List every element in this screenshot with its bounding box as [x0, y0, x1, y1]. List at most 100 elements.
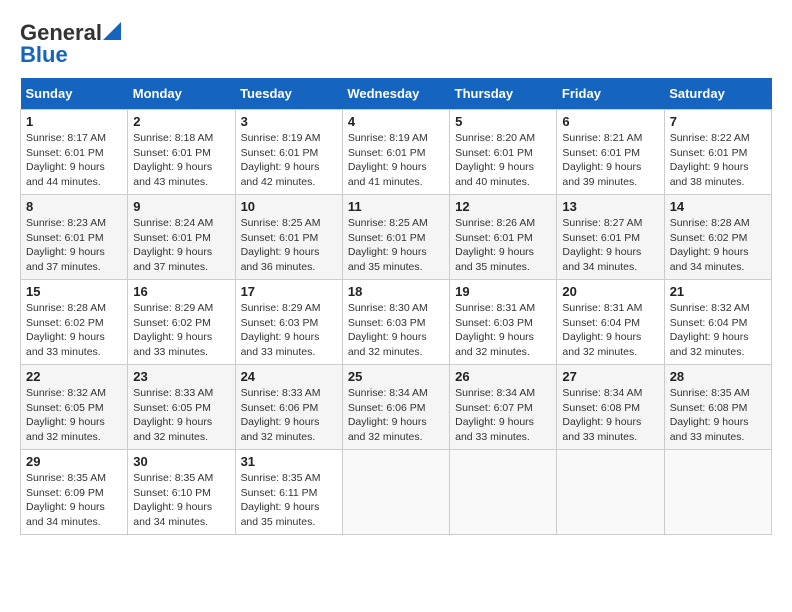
- header: General Blue: [20, 20, 772, 68]
- day-cell-22: 22 Sunrise: 8:32 AMSunset: 6:05 PMDaylig…: [21, 365, 128, 450]
- day-info: Sunrise: 8:31 AMSunset: 6:03 PMDaylight:…: [455, 302, 535, 358]
- day-info: Sunrise: 8:33 AMSunset: 6:05 PMDaylight:…: [133, 387, 213, 443]
- week-row-3: 15 Sunrise: 8:28 AMSunset: 6:02 PMDaylig…: [21, 280, 772, 365]
- day-number: 15: [26, 284, 122, 299]
- day-cell-25: 25 Sunrise: 8:34 AMSunset: 6:06 PMDaylig…: [342, 365, 449, 450]
- day-number: 2: [133, 114, 229, 129]
- day-info: Sunrise: 8:19 AMSunset: 6:01 PMDaylight:…: [348, 132, 428, 188]
- day-number: 13: [562, 199, 658, 214]
- day-number: 6: [562, 114, 658, 129]
- logo: General Blue: [20, 20, 121, 68]
- day-number: 18: [348, 284, 444, 299]
- day-info: Sunrise: 8:35 AMSunset: 6:11 PMDaylight:…: [241, 472, 321, 528]
- day-info: Sunrise: 8:34 AMSunset: 6:06 PMDaylight:…: [348, 387, 428, 443]
- week-row-4: 22 Sunrise: 8:32 AMSunset: 6:05 PMDaylig…: [21, 365, 772, 450]
- day-cell-26: 26 Sunrise: 8:34 AMSunset: 6:07 PMDaylig…: [450, 365, 557, 450]
- calendar-table: SundayMondayTuesdayWednesdayThursdayFrid…: [20, 78, 772, 535]
- day-number: 9: [133, 199, 229, 214]
- empty-cell: [342, 450, 449, 535]
- day-number: 16: [133, 284, 229, 299]
- day-info: Sunrise: 8:32 AMSunset: 6:04 PMDaylight:…: [670, 302, 750, 358]
- weekday-header-row: SundayMondayTuesdayWednesdayThursdayFrid…: [21, 78, 772, 110]
- day-number: 1: [26, 114, 122, 129]
- day-number: 23: [133, 369, 229, 384]
- day-number: 31: [241, 454, 337, 469]
- day-info: Sunrise: 8:34 AMSunset: 6:08 PMDaylight:…: [562, 387, 642, 443]
- weekday-header-saturday: Saturday: [664, 78, 771, 110]
- day-info: Sunrise: 8:17 AMSunset: 6:01 PMDaylight:…: [26, 132, 106, 188]
- day-number: 11: [348, 199, 444, 214]
- logo-icon: [103, 22, 121, 40]
- day-number: 5: [455, 114, 551, 129]
- day-number: 12: [455, 199, 551, 214]
- day-info: Sunrise: 8:34 AMSunset: 6:07 PMDaylight:…: [455, 387, 535, 443]
- day-number: 22: [26, 369, 122, 384]
- day-number: 3: [241, 114, 337, 129]
- day-number: 19: [455, 284, 551, 299]
- day-number: 24: [241, 369, 337, 384]
- day-info: Sunrise: 8:22 AMSunset: 6:01 PMDaylight:…: [670, 132, 750, 188]
- day-info: Sunrise: 8:28 AMSunset: 6:02 PMDaylight:…: [670, 217, 750, 273]
- day-info: Sunrise: 8:32 AMSunset: 6:05 PMDaylight:…: [26, 387, 106, 443]
- empty-cell: [557, 450, 664, 535]
- day-number: 30: [133, 454, 229, 469]
- day-cell-8: 8 Sunrise: 8:23 AMSunset: 6:01 PMDayligh…: [21, 195, 128, 280]
- weekday-header-tuesday: Tuesday: [235, 78, 342, 110]
- day-info: Sunrise: 8:35 AMSunset: 6:10 PMDaylight:…: [133, 472, 213, 528]
- day-number: 14: [670, 199, 766, 214]
- day-cell-14: 14 Sunrise: 8:28 AMSunset: 6:02 PMDaylig…: [664, 195, 771, 280]
- week-row-1: 1 Sunrise: 8:17 AMSunset: 6:01 PMDayligh…: [21, 110, 772, 195]
- day-info: Sunrise: 8:28 AMSunset: 6:02 PMDaylight:…: [26, 302, 106, 358]
- day-number: 28: [670, 369, 766, 384]
- day-info: Sunrise: 8:33 AMSunset: 6:06 PMDaylight:…: [241, 387, 321, 443]
- day-cell-21: 21 Sunrise: 8:32 AMSunset: 6:04 PMDaylig…: [664, 280, 771, 365]
- weekday-header-thursday: Thursday: [450, 78, 557, 110]
- day-info: Sunrise: 8:23 AMSunset: 6:01 PMDaylight:…: [26, 217, 106, 273]
- day-cell-7: 7 Sunrise: 8:22 AMSunset: 6:01 PMDayligh…: [664, 110, 771, 195]
- day-number: 20: [562, 284, 658, 299]
- day-info: Sunrise: 8:21 AMSunset: 6:01 PMDaylight:…: [562, 132, 642, 188]
- day-cell-31: 31 Sunrise: 8:35 AMSunset: 6:11 PMDaylig…: [235, 450, 342, 535]
- day-cell-23: 23 Sunrise: 8:33 AMSunset: 6:05 PMDaylig…: [128, 365, 235, 450]
- day-cell-10: 10 Sunrise: 8:25 AMSunset: 6:01 PMDaylig…: [235, 195, 342, 280]
- day-info: Sunrise: 8:18 AMSunset: 6:01 PMDaylight:…: [133, 132, 213, 188]
- day-number: 26: [455, 369, 551, 384]
- day-number: 4: [348, 114, 444, 129]
- day-cell-12: 12 Sunrise: 8:26 AMSunset: 6:01 PMDaylig…: [450, 195, 557, 280]
- day-cell-9: 9 Sunrise: 8:24 AMSunset: 6:01 PMDayligh…: [128, 195, 235, 280]
- day-number: 17: [241, 284, 337, 299]
- day-number: 25: [348, 369, 444, 384]
- day-info: Sunrise: 8:26 AMSunset: 6:01 PMDaylight:…: [455, 217, 535, 273]
- day-info: Sunrise: 8:25 AMSunset: 6:01 PMDaylight:…: [348, 217, 428, 273]
- day-cell-29: 29 Sunrise: 8:35 AMSunset: 6:09 PMDaylig…: [21, 450, 128, 535]
- day-cell-19: 19 Sunrise: 8:31 AMSunset: 6:03 PMDaylig…: [450, 280, 557, 365]
- day-info: Sunrise: 8:29 AMSunset: 6:02 PMDaylight:…: [133, 302, 213, 358]
- day-info: Sunrise: 8:24 AMSunset: 6:01 PMDaylight:…: [133, 217, 213, 273]
- day-info: Sunrise: 8:35 AMSunset: 6:09 PMDaylight:…: [26, 472, 106, 528]
- day-info: Sunrise: 8:19 AMSunset: 6:01 PMDaylight:…: [241, 132, 321, 188]
- day-cell-11: 11 Sunrise: 8:25 AMSunset: 6:01 PMDaylig…: [342, 195, 449, 280]
- day-number: 10: [241, 199, 337, 214]
- day-cell-28: 28 Sunrise: 8:35 AMSunset: 6:08 PMDaylig…: [664, 365, 771, 450]
- day-number: 8: [26, 199, 122, 214]
- day-cell-3: 3 Sunrise: 8:19 AMSunset: 6:01 PMDayligh…: [235, 110, 342, 195]
- day-cell-20: 20 Sunrise: 8:31 AMSunset: 6:04 PMDaylig…: [557, 280, 664, 365]
- empty-cell: [450, 450, 557, 535]
- day-info: Sunrise: 8:31 AMSunset: 6:04 PMDaylight:…: [562, 302, 642, 358]
- day-cell-5: 5 Sunrise: 8:20 AMSunset: 6:01 PMDayligh…: [450, 110, 557, 195]
- day-cell-16: 16 Sunrise: 8:29 AMSunset: 6:02 PMDaylig…: [128, 280, 235, 365]
- day-cell-30: 30 Sunrise: 8:35 AMSunset: 6:10 PMDaylig…: [128, 450, 235, 535]
- weekday-header-wednesday: Wednesday: [342, 78, 449, 110]
- weekday-header-friday: Friday: [557, 78, 664, 110]
- day-cell-6: 6 Sunrise: 8:21 AMSunset: 6:01 PMDayligh…: [557, 110, 664, 195]
- day-cell-13: 13 Sunrise: 8:27 AMSunset: 6:01 PMDaylig…: [557, 195, 664, 280]
- weekday-header-sunday: Sunday: [21, 78, 128, 110]
- day-number: 21: [670, 284, 766, 299]
- day-cell-15: 15 Sunrise: 8:28 AMSunset: 6:02 PMDaylig…: [21, 280, 128, 365]
- day-cell-2: 2 Sunrise: 8:18 AMSunset: 6:01 PMDayligh…: [128, 110, 235, 195]
- day-info: Sunrise: 8:35 AMSunset: 6:08 PMDaylight:…: [670, 387, 750, 443]
- day-info: Sunrise: 8:29 AMSunset: 6:03 PMDaylight:…: [241, 302, 321, 358]
- day-number: 27: [562, 369, 658, 384]
- day-info: Sunrise: 8:20 AMSunset: 6:01 PMDaylight:…: [455, 132, 535, 188]
- day-info: Sunrise: 8:25 AMSunset: 6:01 PMDaylight:…: [241, 217, 321, 273]
